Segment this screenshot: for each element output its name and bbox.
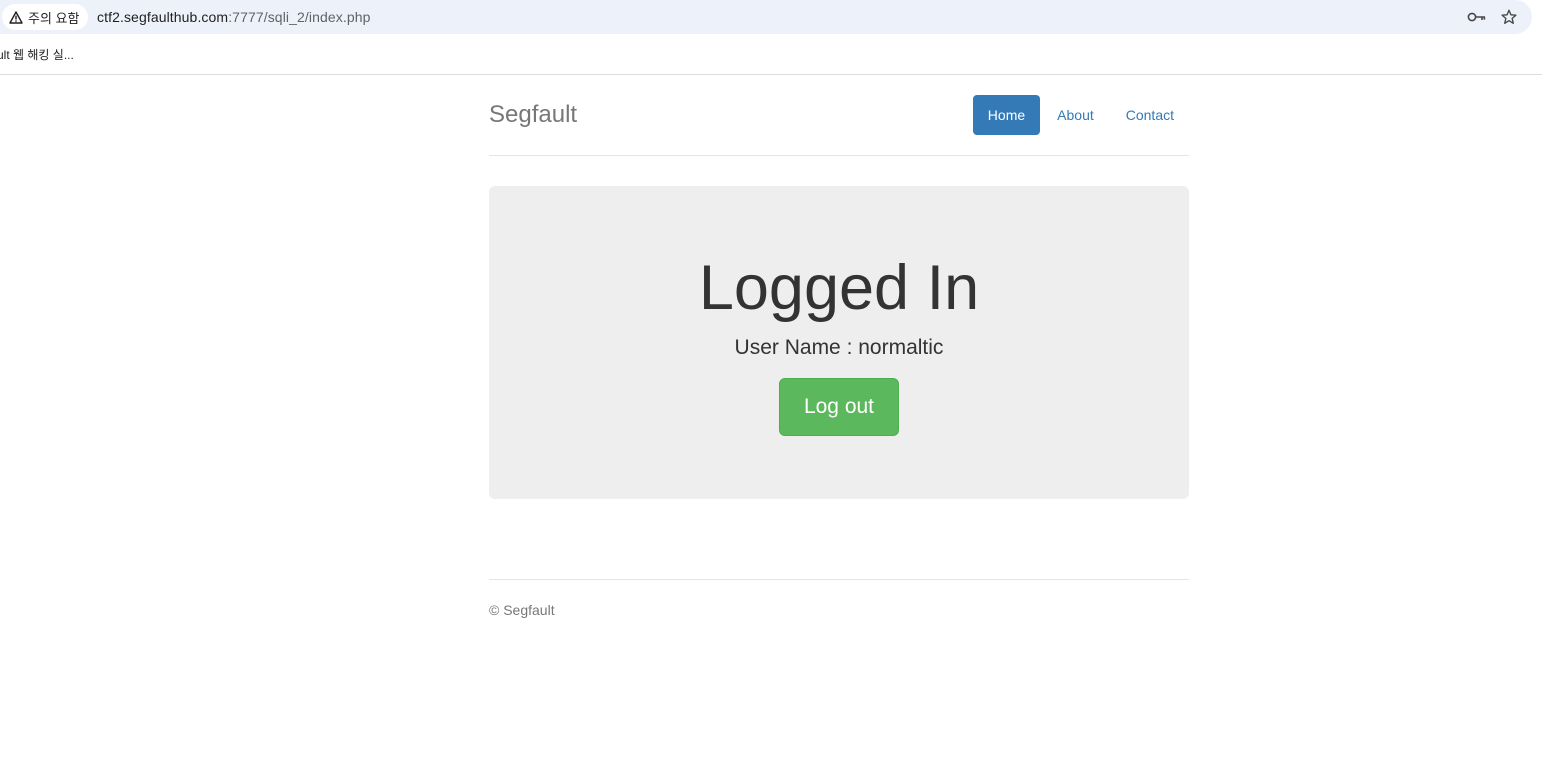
security-chip-label: 주의 요함 xyxy=(28,10,80,26)
address-bar[interactable]: 주의 요함 ctf2.segfaulthub.com:7777/sqli_2/i… xyxy=(0,0,1532,34)
warning-triangle-icon xyxy=(9,10,23,24)
nav-contact[interactable]: Contact xyxy=(1111,95,1189,135)
page-container: Segfault Home About Contact Logged In Us… xyxy=(489,75,1189,639)
key-icon[interactable] xyxy=(1466,6,1488,28)
jumbotron: Logged In User Name : normaltic Log out xyxy=(489,186,1189,499)
main-nav: Home About Contact xyxy=(972,95,1189,135)
page-title: Logged In xyxy=(698,253,980,323)
site-footer: © Segfault xyxy=(489,579,1189,639)
url-host: ctf2.segfaulthub.com xyxy=(97,9,229,25)
star-icon[interactable] xyxy=(1498,6,1520,28)
url-text[interactable]: ctf2.segfaulthub.com:7777/sqli_2/index.p… xyxy=(97,8,371,26)
bookmarks-bar: ult 웹 해킹 실... xyxy=(0,36,1542,75)
user-name-text: User Name : normaltic xyxy=(734,336,944,359)
bookmark-item[interactable]: ult 웹 해킹 실... xyxy=(0,46,74,63)
site-header: Segfault Home About Contact xyxy=(489,75,1189,156)
browser-toolbar: 주의 요함 ctf2.segfaulthub.com:7777/sqli_2/i… xyxy=(0,0,1542,36)
logout-button[interactable]: Log out xyxy=(779,378,899,436)
nav-about[interactable]: About xyxy=(1042,95,1109,135)
footer-copyright: © Segfault xyxy=(489,602,555,618)
security-chip[interactable]: 주의 요함 xyxy=(2,4,89,30)
url-path: :7777/sqli_2/index.php xyxy=(228,9,371,25)
site-brand: Segfault xyxy=(489,101,578,128)
nav-home[interactable]: Home xyxy=(972,95,1041,135)
